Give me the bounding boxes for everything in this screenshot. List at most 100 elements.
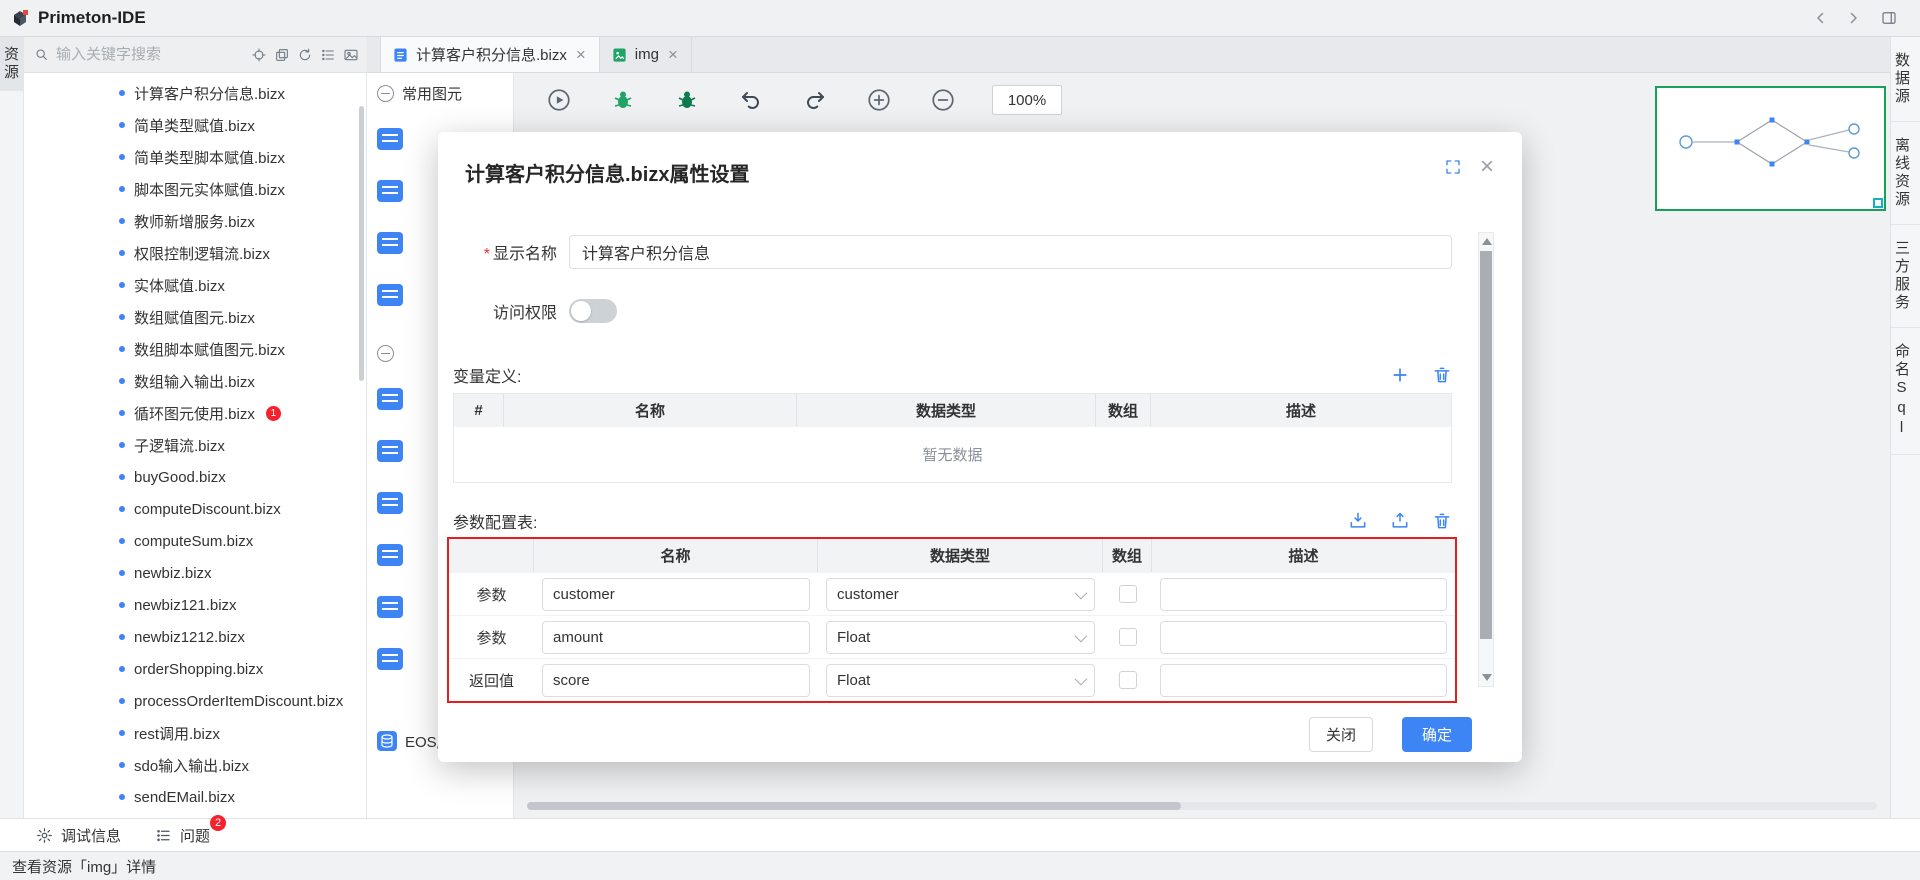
tree-item[interactable]: 数组脚本赋值图元.bizx — [24, 333, 366, 365]
minimap[interactable] — [1655, 86, 1886, 211]
tree-item-label: 教师新增服务.bizx — [134, 211, 255, 232]
tab-close-icon[interactable]: × — [575, 46, 587, 63]
tree-item[interactable]: processOrderItemDiscount.bizx — [24, 685, 366, 717]
issues-tab[interactable]: 问题 2 — [155, 825, 210, 846]
display-name-label: *显示名称 — [475, 240, 557, 264]
delete-variable-icon[interactable] — [1432, 365, 1452, 385]
fullscreen-icon[interactable] — [1444, 158, 1462, 176]
delete-params-icon[interactable] — [1432, 511, 1452, 531]
search-input[interactable] — [56, 46, 245, 63]
right-rail-tab[interactable]: 三方服务 — [1891, 225, 1920, 328]
debug-bug-icon[interactable] — [608, 85, 638, 115]
right-rail-tab[interactable]: 离线资源 — [1891, 122, 1920, 225]
tree-item-label: orderShopping.bizx — [134, 661, 263, 678]
access-permission-toggle[interactable] — [569, 299, 617, 323]
issues-list-icon — [155, 827, 172, 844]
tab-img-file[interactable]: img × — [600, 37, 692, 72]
tree-item[interactable]: buyGood.bizx — [24, 461, 366, 493]
tree-item[interactable]: computeDiscount.bizx — [24, 493, 366, 525]
zoom-level-select[interactable]: 100% — [992, 85, 1062, 115]
tree-item[interactable]: 简单类型脚本赋值.bizx — [24, 141, 366, 173]
tab-close-icon[interactable]: × — [667, 46, 679, 63]
variables-table-header: # 名称 数据类型 数组 描述 — [454, 394, 1451, 427]
param-type-value: customer — [837, 586, 899, 603]
layout-panel-icon[interactable] — [1880, 9, 1898, 27]
param-type-select[interactable]: Float — [826, 664, 1095, 697]
image-icon[interactable] — [343, 47, 359, 63]
right-rail-tab[interactable]: 数据源 — [1891, 37, 1920, 122]
tree-item[interactable]: newbiz1212.bizx — [24, 621, 366, 653]
collection-icon[interactable] — [274, 47, 290, 63]
collapse-icon[interactable] — [377, 85, 394, 102]
horizontal-scrollbar-thumb[interactable] — [527, 802, 1181, 810]
undo-button[interactable] — [736, 85, 766, 115]
sidebar-scrollbar-thumb[interactable] — [359, 106, 364, 381]
tree-item[interactable]: 数组赋值图元.bizx — [24, 301, 366, 333]
debug-info-icon — [36, 827, 53, 844]
tree-item[interactable]: 脚本图元实体赋值.bizx — [24, 173, 366, 205]
col-header: 描述 — [1151, 394, 1451, 427]
param-desc-input[interactable] — [1160, 578, 1447, 611]
array-checkbox[interactable] — [1119, 671, 1137, 689]
tab-bizx-file[interactable]: 计算客户积分信息.bizx × — [380, 37, 600, 72]
tree-item[interactable]: 数组输入输出.bizx — [24, 365, 366, 397]
nav-back-icon[interactable] — [1812, 9, 1830, 27]
param-desc-input[interactable] — [1160, 664, 1447, 697]
bullet-icon — [119, 570, 125, 576]
param-desc-input[interactable] — [1160, 621, 1447, 654]
tree-item[interactable]: newbiz.bizx — [24, 557, 366, 589]
tree-item[interactable]: orderShopping.bizx — [24, 653, 366, 685]
tree-item[interactable]: rest调用.bizx — [24, 717, 366, 749]
redo-button[interactable] — [800, 85, 830, 115]
zoom-out-button[interactable] — [928, 85, 958, 115]
param-type-select[interactable]: Float — [826, 621, 1095, 654]
locate-icon[interactable] — [251, 47, 267, 63]
tree-item[interactable]: 子逻辑流.bizx — [24, 429, 366, 461]
palette-group-header[interactable]: 常用图元 — [377, 73, 513, 113]
tree-item[interactable]: 权限控制逻辑流.bizx — [24, 237, 366, 269]
tree-item[interactable]: sdo输入输出.bizx — [24, 749, 366, 781]
debug-settings-bug-icon[interactable] — [672, 85, 702, 115]
param-name-input[interactable] — [542, 578, 810, 611]
refresh-icon[interactable] — [297, 47, 313, 63]
zoom-in-button[interactable] — [864, 85, 894, 115]
params-table-highlight: 名称 数据类型 数组 描述 参数 — [447, 537, 1457, 703]
tree-item[interactable]: computeSum.bizx — [24, 525, 366, 557]
right-rail-tab[interactable]: 命名Sql — [1891, 328, 1920, 455]
add-variable-icon[interactable] — [1390, 365, 1410, 385]
tree-item[interactable]: 简单类型赋值.bizx — [24, 109, 366, 141]
scroll-down-arrow[interactable] — [1482, 674, 1492, 681]
error-count-badge: 1 — [266, 406, 281, 421]
collapse-icon[interactable] — [377, 345, 394, 362]
tree-item[interactable]: newbiz121.bizx — [24, 589, 366, 621]
array-checkbox[interactable] — [1119, 585, 1137, 603]
dialog-scrollbar-thumb[interactable] — [1480, 251, 1492, 639]
debug-info-tab[interactable]: 调试信息 — [36, 825, 121, 846]
tree-item[interactable]: 计算客户积分信息.bizx — [24, 77, 366, 109]
import-params-icon[interactable] — [1348, 511, 1368, 531]
display-name-input[interactable] — [569, 235, 1452, 269]
dialog-close-icon[interactable]: × — [1480, 158, 1494, 176]
minimap-resize-handle[interactable] — [1873, 198, 1883, 208]
export-params-icon[interactable] — [1390, 511, 1410, 531]
run-button[interactable] — [544, 85, 574, 115]
resources-rail-tab[interactable]: 资源 — [0, 37, 24, 91]
ok-button[interactable]: 确定 — [1402, 717, 1472, 752]
tree-item-label: newbiz.bizx — [134, 565, 212, 582]
tree-item[interactable]: 实体赋值.bizx — [24, 269, 366, 301]
scroll-up-arrow[interactable] — [1482, 238, 1492, 245]
tree-item-label: 实体赋值.bizx — [134, 275, 225, 296]
param-type-select[interactable]: customer — [826, 578, 1095, 611]
close-button[interactable]: 关闭 — [1309, 717, 1373, 752]
bullet-icon — [119, 442, 125, 448]
tree-item[interactable]: 教师新增服务.bizx — [24, 205, 366, 237]
param-name-input[interactable] — [542, 621, 810, 654]
param-name-input[interactable] — [542, 664, 810, 697]
tree-item[interactable]: 循环图元使用.bizx 1 — [24, 397, 366, 429]
tree-item[interactable]: sendEMail.bizx — [24, 781, 366, 813]
nav-forward-icon[interactable] — [1844, 9, 1862, 27]
list-icon[interactable] — [320, 47, 336, 63]
access-permission-row: 访问权限 — [453, 299, 1452, 323]
param-kind-label: 参数 — [449, 584, 534, 605]
array-checkbox[interactable] — [1119, 628, 1137, 646]
